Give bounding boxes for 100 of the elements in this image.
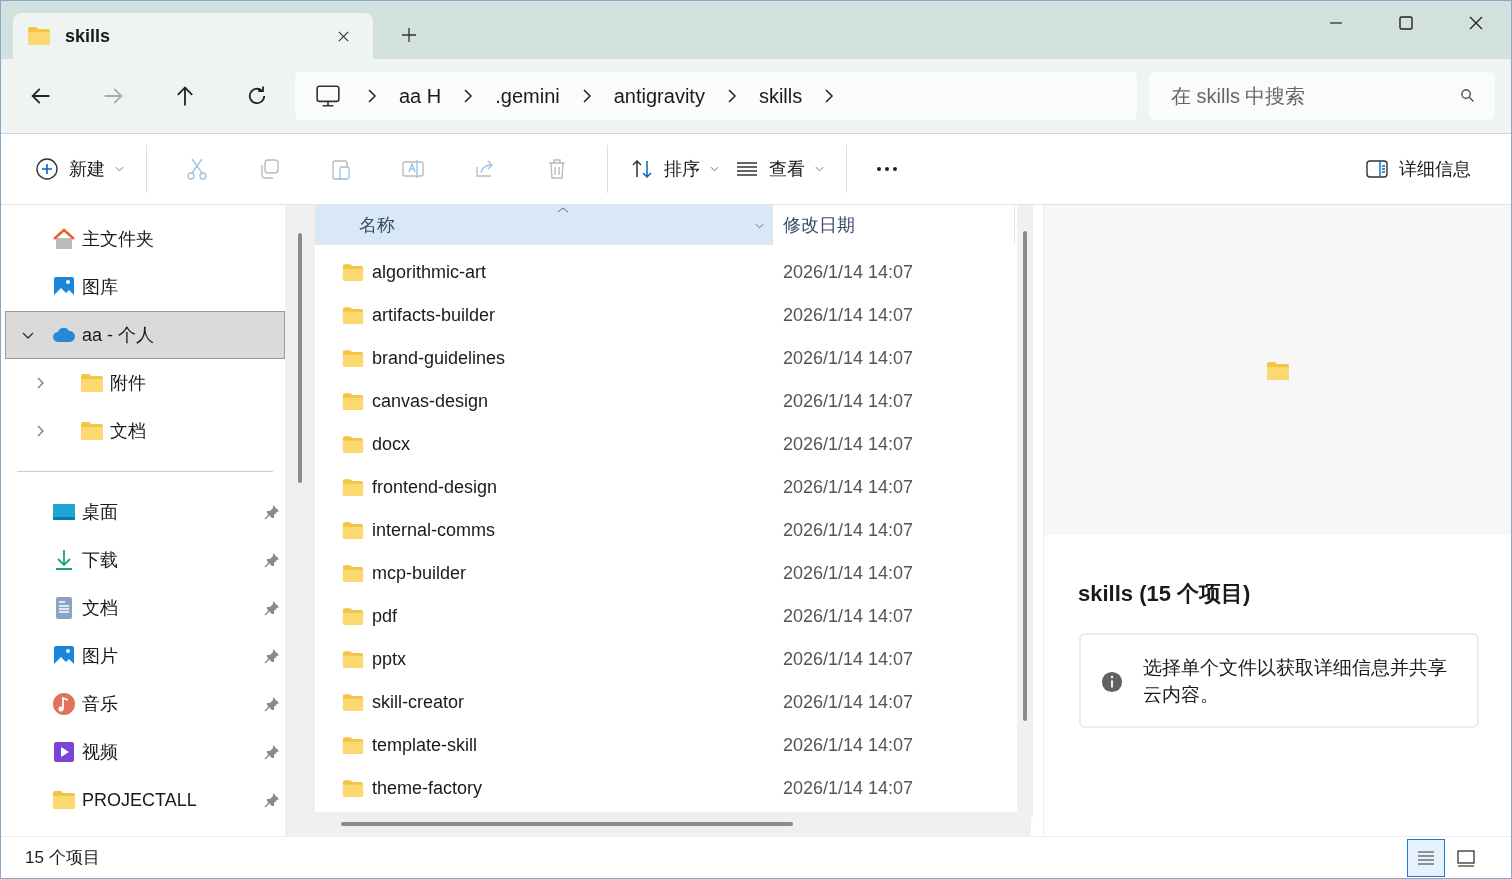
file-row[interactable]: canvas-design 2026/1/14 14:07 — [315, 380, 1015, 423]
house-icon — [52, 227, 76, 251]
sidebar-item[interactable]: 音乐 — [5, 680, 285, 728]
music-icon — [52, 692, 76, 716]
file-row[interactable]: docx 2026/1/14 14:07 — [315, 423, 1015, 466]
scrollbar-thumb[interactable] — [1023, 231, 1027, 721]
info-text: 选择单个文件以获取详细信息并共享云内容。 — [1143, 656, 1448, 707]
sidebar-item[interactable]: 主文件夹 — [5, 215, 285, 263]
file-row[interactable]: pptx 2026/1/14 14:07 — [315, 638, 1015, 681]
sidebar-item[interactable]: 图片 — [5, 632, 285, 680]
breadcrumb[interactable]: .gemini — [495, 84, 560, 108]
chevron-right-icon[interactable] — [824, 88, 835, 104]
search-field[interactable]: 在 skills 中搜索 — [1149, 72, 1495, 120]
file-row[interactable]: internal-comms 2026/1/14 14:07 — [315, 509, 1015, 552]
folder-icon — [52, 788, 76, 812]
sidebar-label: 主文件夹 — [82, 228, 154, 251]
sidebar-item[interactable]: 文档 — [5, 584, 285, 632]
info-icon — [1101, 670, 1123, 693]
new-button[interactable]: 新建 — [27, 151, 132, 187]
tab-label: skills — [65, 25, 112, 47]
add-tab-icon[interactable] — [401, 27, 417, 43]
video-icon — [52, 740, 76, 764]
file-row[interactable]: brand-guidelines 2026/1/14 14:07 — [315, 337, 1015, 380]
file-row[interactable]: artifacts-builder 2026/1/14 14:07 — [315, 294, 1015, 337]
sidebar-label: 下载 — [82, 549, 119, 572]
modified-date: 2026/1/14 14:07 — [783, 262, 914, 283]
modified-date: 2026/1/14 14:07 — [783, 305, 914, 326]
sidebar-item[interactable]: aa - 个人 — [5, 311, 285, 359]
sort-icon — [630, 157, 654, 181]
modified-date: 2026/1/14 14:07 — [783, 391, 914, 412]
file-row[interactable]: template-skill 2026/1/14 14:07 — [315, 724, 1015, 767]
sidebar-label: aa - 个人 — [82, 324, 155, 347]
sidebar-item[interactable]: 下载 — [5, 536, 285, 584]
caret-icon[interactable] — [755, 223, 764, 229]
file-row[interactable]: algorithmic-art 2026/1/14 14:07 — [315, 251, 1015, 294]
address-bar[interactable]: aa H .gemini antigravity skills — [295, 72, 1137, 120]
sidebar-item[interactable]: PROJECTALL — [5, 776, 285, 824]
sidebar-label: 文档 — [82, 597, 119, 620]
folder-icon — [342, 693, 364, 712]
modified-date: 2026/1/14 14:07 — [783, 778, 914, 799]
details-title: skills (15 个项目) — [1078, 580, 1252, 608]
breadcrumb[interactable]: antigravity — [613, 84, 705, 108]
chevron-right-icon[interactable] — [367, 88, 377, 104]
file-row[interactable]: skill-creator 2026/1/14 14:07 — [315, 681, 1015, 724]
view-button[interactable]: 查看 — [727, 151, 832, 187]
maximize-icon[interactable] — [1398, 15, 1414, 31]
tile-icon — [1456, 847, 1476, 868]
sidebar-item[interactable]: 文档 — [5, 407, 285, 455]
folder-icon — [342, 349, 364, 368]
file-row[interactable]: mcp-builder 2026/1/14 14:07 — [315, 552, 1015, 595]
file-name: template-skill — [372, 735, 478, 756]
chevron-right-icon[interactable] — [463, 88, 474, 104]
folder-icon — [342, 650, 364, 669]
close-icon[interactable] — [1468, 15, 1484, 31]
chevron-right-icon[interactable] — [726, 88, 737, 104]
sidebar-label: 图片 — [82, 645, 119, 668]
file-name: theme-factory — [372, 778, 483, 799]
sort-up-icon — [557, 207, 569, 213]
details-view-button[interactable] — [1407, 838, 1445, 877]
modified-date: 2026/1/14 14:07 — [783, 692, 914, 713]
column-header[interactable]: 名称 — [315, 205, 773, 245]
scrollbar-thumb[interactable] — [341, 822, 793, 826]
folder-icon — [342, 306, 364, 325]
modified-date: 2026/1/14 14:07 — [783, 520, 914, 541]
item-count: 15 个项目 — [25, 847, 100, 869]
sidebar-label: 文档 — [110, 420, 146, 443]
file-name: frontend-design — [372, 477, 498, 498]
folder-icon — [342, 435, 364, 454]
sort-button[interactable]: 排序 — [622, 151, 727, 187]
folder-icon — [342, 736, 364, 755]
caret-icon — [115, 166, 124, 172]
scrollbar-thumb[interactable] — [298, 233, 302, 483]
breadcrumb[interactable]: aa H — [399, 84, 442, 108]
breadcrumb[interactable]: skills — [758, 84, 803, 108]
details-button[interactable]: 详细信息 — [1357, 151, 1479, 187]
modified-date: 2026/1/14 14:07 — [783, 563, 914, 584]
folder-icon — [342, 521, 364, 540]
sidebar-item[interactable]: 附件 — [5, 359, 285, 407]
more-icon[interactable] — [875, 165, 899, 173]
plus-icon — [35, 157, 59, 181]
caret-icon — [710, 166, 719, 172]
file-name: artifacts-builder — [372, 305, 496, 326]
sidebar-item[interactable]: 视频 — [5, 728, 285, 776]
sidebar-label: 视频 — [82, 741, 119, 764]
modified-date: 2026/1/14 14:07 — [783, 477, 914, 498]
file-name: pdf — [372, 606, 398, 627]
chevron-right-icon[interactable] — [581, 88, 592, 104]
sidebar-label: 附件 — [110, 372, 146, 395]
folder-icon — [342, 478, 364, 497]
sidebar-item[interactable]: 图库 — [5, 263, 285, 311]
folder-icon — [342, 607, 364, 626]
modified-date: 2026/1/14 14:07 — [783, 434, 914, 455]
column-header[interactable]: 修改日期 — [773, 205, 1015, 245]
sidebar-item[interactable]: 桌面 — [5, 488, 285, 536]
file-name: pptx — [372, 649, 407, 670]
file-row[interactable]: theme-factory 2026/1/14 14:07 — [315, 767, 1015, 810]
file-row[interactable]: pdf 2026/1/14 14:07 — [315, 595, 1015, 638]
tab[interactable]: skills — [13, 13, 373, 59]
folder-icon — [80, 371, 104, 395]
file-row[interactable]: frontend-design 2026/1/14 14:07 — [315, 466, 1015, 509]
